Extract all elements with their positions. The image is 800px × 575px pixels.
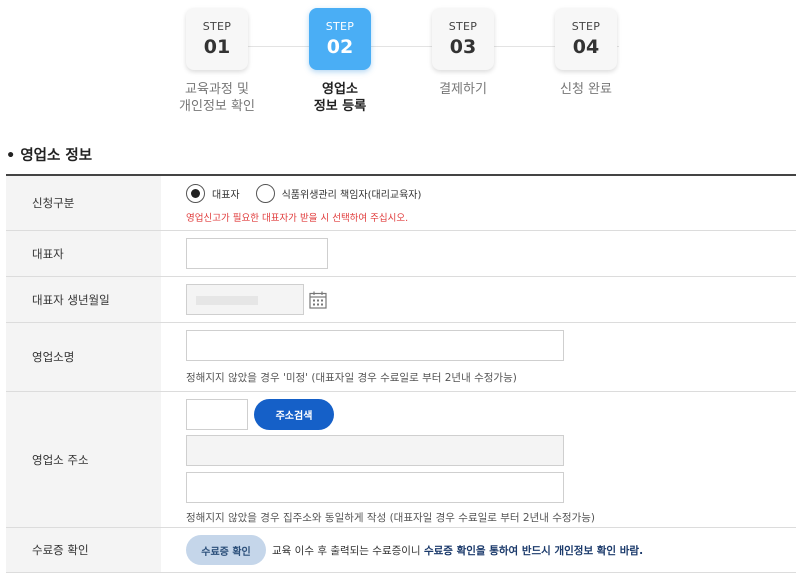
address-detail-input[interactable] — [186, 472, 564, 503]
step-2: STEP 02 영업소 정보 등록 — [275, 8, 405, 115]
row-certificate: 수료증 확인 수료증 확인 교육 이수 후 출력되는 수료증이니 수료증 확인을… — [6, 528, 796, 573]
representative-input[interactable] — [186, 238, 328, 269]
warning-text: 영업신고가 필요한 대표자가 받을 시 선택하여 주십시오. — [186, 213, 409, 224]
step-4: STEP 04 신청 완료 — [521, 8, 651, 98]
business-info-form: 신청구분 대표자 식품위생관리 책임자(대리교육자) 영업신고가 필요한 대표자… — [6, 174, 796, 573]
step-3: STEP 03 결제하기 — [398, 8, 528, 98]
step-label: STEP — [202, 19, 232, 33]
step-title: 신청 완료 — [560, 82, 612, 97]
row-apply-type: 신청구분 대표자 식품위생관리 책임자(대리교육자) 영업신고가 필요한 대표자… — [6, 176, 796, 231]
label-apply-type: 신청구분 — [6, 176, 161, 230]
radio-group: 대표자 식품위생관리 책임자(대리교육자) — [186, 183, 796, 203]
row-representative: 대표자 — [6, 231, 796, 277]
step-progress: STEP 01 교육과정 및 개인정보 확인 STEP 02 영업소 정보 등록… — [0, 8, 800, 118]
step-1: STEP 01 교육과정 및 개인정보 확인 — [152, 8, 282, 115]
label-business-name: 영업소명 — [6, 323, 161, 391]
cell-address: 주소검색 정해지지 않았을 경우 집주소와 동일하게 작성 (대표자일 경우 수… — [161, 392, 796, 527]
certificate-check-button[interactable]: 수료증 확인 — [186, 535, 266, 565]
business-name-note: 정해지지 않았을 경우 '미정' (대표자일 경우 수료일로 부터 2년내 수정… — [186, 372, 517, 384]
radio-representative[interactable]: 대표자 — [186, 183, 240, 203]
radio-button-checked[interactable] — [186, 183, 205, 203]
cell-certificate: 수료증 확인 교육 이수 후 출력되는 수료증이니 수료증 확인을 통하여 반드… — [161, 528, 796, 572]
row-birth: 대표자 생년월일 — [6, 277, 796, 323]
row-business-name: 영업소명 정해지지 않았을 경우 '미정' (대표자일 경우 수료일로 부터 2… — [6, 323, 796, 392]
zipcode-input[interactable] — [186, 399, 248, 430]
address-search-button[interactable]: 주소검색 — [254, 399, 334, 430]
step-number: 02 — [326, 35, 354, 58]
certificate-text-normal: 교육 이수 후 출력되는 수료증이니 — [272, 544, 424, 557]
business-name-input[interactable] — [186, 330, 564, 361]
radio-dot — [191, 188, 200, 198]
step-number: 04 — [572, 35, 600, 58]
step-label: STEP — [448, 19, 478, 33]
radio-hygiene-manager[interactable]: 식품위생관리 책임자(대리교육자) — [255, 183, 422, 203]
certificate-text: 교육 이수 후 출력되는 수료증이니 수료증 확인을 통하여 반드시 개인정보 … — [272, 543, 643, 558]
cell-apply-type: 대표자 식품위생관리 책임자(대리교육자) 영업신고가 필요한 대표자가 받을 … — [161, 176, 796, 230]
radio-label: 식품위생관리 책임자(대리교육자) — [281, 189, 422, 201]
step-label: STEP — [571, 19, 601, 33]
step-4-box: STEP 04 — [555, 8, 617, 70]
step-label: STEP — [325, 19, 355, 33]
label-representative: 대표자 — [6, 231, 161, 276]
radio-button-unchecked[interactable] — [255, 183, 275, 203]
step-1-box: STEP 01 — [186, 8, 248, 70]
step-number: 03 — [449, 35, 477, 58]
step-title: 결제하기 — [439, 82, 487, 97]
certificate-text-bold: 수료증 확인을 통하여 반드시 개인정보 확인 바람. — [423, 544, 644, 557]
step-3-box: STEP 03 — [432, 8, 494, 70]
label-address: 영업소 주소 — [6, 392, 161, 527]
address-note: 정해지지 않았을 경우 집주소와 동일하게 작성 (대표자일 경우 수료일로 부… — [186, 512, 596, 524]
step-number: 01 — [203, 35, 231, 58]
cell-business-name: 정해지지 않았을 경우 '미정' (대표자일 경우 수료일로 부터 2년내 수정… — [161, 323, 796, 391]
radio-label: 대표자 — [212, 189, 240, 201]
zip-row: 주소검색 — [186, 399, 796, 430]
address-input[interactable] — [186, 435, 564, 466]
label-certificate: 수료증 확인 — [6, 528, 161, 572]
birthdate-input[interactable] — [186, 284, 304, 315]
step-title: 영업소 정보 등록 — [313, 82, 367, 114]
cell-birth — [161, 277, 796, 322]
step-2-box: STEP 02 — [309, 8, 371, 70]
masked-value — [196, 296, 258, 305]
cell-representative — [161, 231, 796, 276]
calendar-icon[interactable] — [308, 290, 328, 310]
label-birth: 대표자 생년월일 — [6, 277, 161, 322]
row-address: 영업소 주소 주소검색 정해지지 않았을 경우 집주소와 동일하게 작성 (대표… — [6, 392, 796, 528]
step-title: 교육과정 및 개인정보 확인 — [179, 82, 255, 114]
section-title: • 영업소 정보 — [6, 148, 93, 164]
